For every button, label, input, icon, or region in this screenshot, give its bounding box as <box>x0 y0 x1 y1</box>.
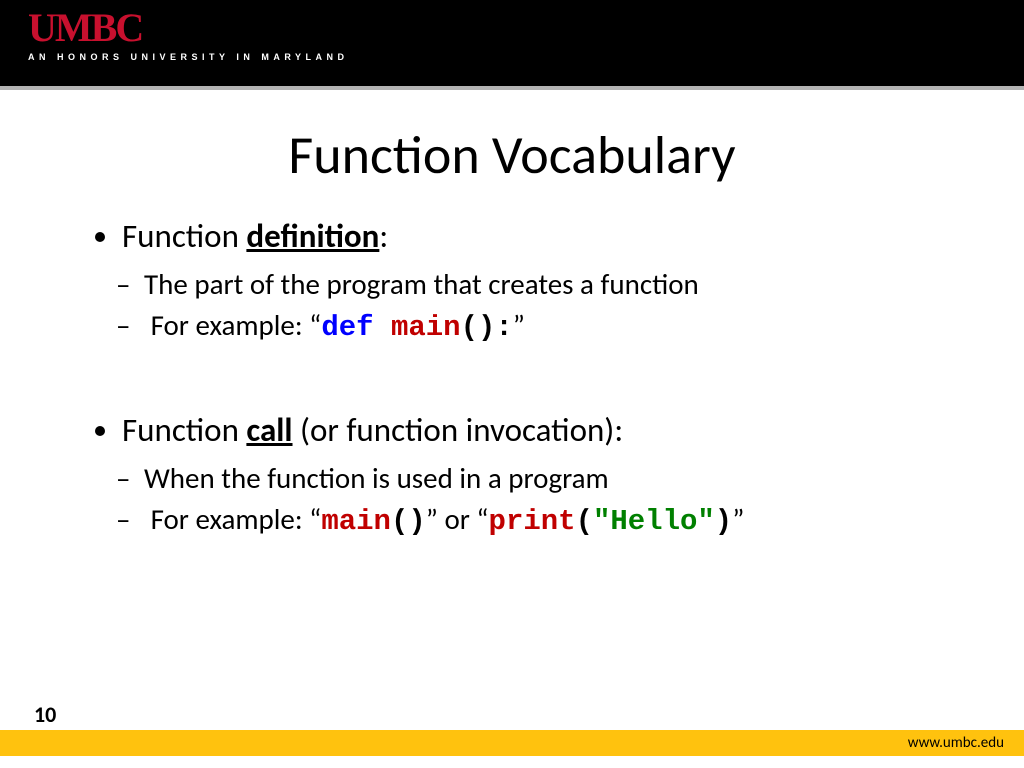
text: Function <box>122 410 246 450</box>
text: For example: “ <box>151 307 322 343</box>
tagline: AN HONORS UNIVERSITY IN MARYLAND <box>28 52 1024 62</box>
code-paren: ( <box>576 505 593 538</box>
code-name-main: main <box>391 311 461 344</box>
text: ” or “ <box>426 501 489 537</box>
code-paren: ) <box>715 505 732 538</box>
slide-content: Function definition: The part of the pro… <box>0 216 1024 542</box>
header-divider <box>0 86 1024 90</box>
text: ” <box>732 501 744 537</box>
footer-spacer <box>0 756 1024 768</box>
sub-bullet: When the function is used in a program <box>144 458 964 499</box>
text: (or function invocation): <box>293 410 624 450</box>
umbc-logo: UMBC <box>28 8 1024 48</box>
header-bar: UMBC AN HONORS UNIVERSITY IN MARYLAND <box>0 0 1024 86</box>
keyword-call: call <box>246 410 292 450</box>
text: ” <box>513 307 525 343</box>
sub-bullet: For example: “main()” or “print("Hello")… <box>144 499 964 543</box>
bullet-call: Function call (or function invocation): … <box>122 410 964 542</box>
page-number: 10 <box>34 701 56 728</box>
sub-bullet: For example: “def main():” <box>144 305 964 349</box>
keyword-definition: definition <box>246 216 379 256</box>
text: For example: “ <box>151 501 322 537</box>
code-string: "Hello" <box>593 505 715 538</box>
sub-bullet: The part of the program that creates a f… <box>144 264 964 305</box>
code-paren: (): <box>461 311 513 344</box>
text: Function <box>122 216 246 256</box>
code-name-print: print <box>489 505 576 538</box>
footer-url: www.umbc.edu <box>908 734 1004 752</box>
footer-bar: www.umbc.edu <box>0 730 1024 756</box>
slide-title: Function Vocabulary <box>0 122 1024 188</box>
code-name-main: main <box>321 505 391 538</box>
text: : <box>379 216 388 256</box>
code-keyword-def: def <box>321 311 391 344</box>
code-paren: () <box>391 505 426 538</box>
bullet-definition: Function definition: The part of the pro… <box>122 216 964 348</box>
